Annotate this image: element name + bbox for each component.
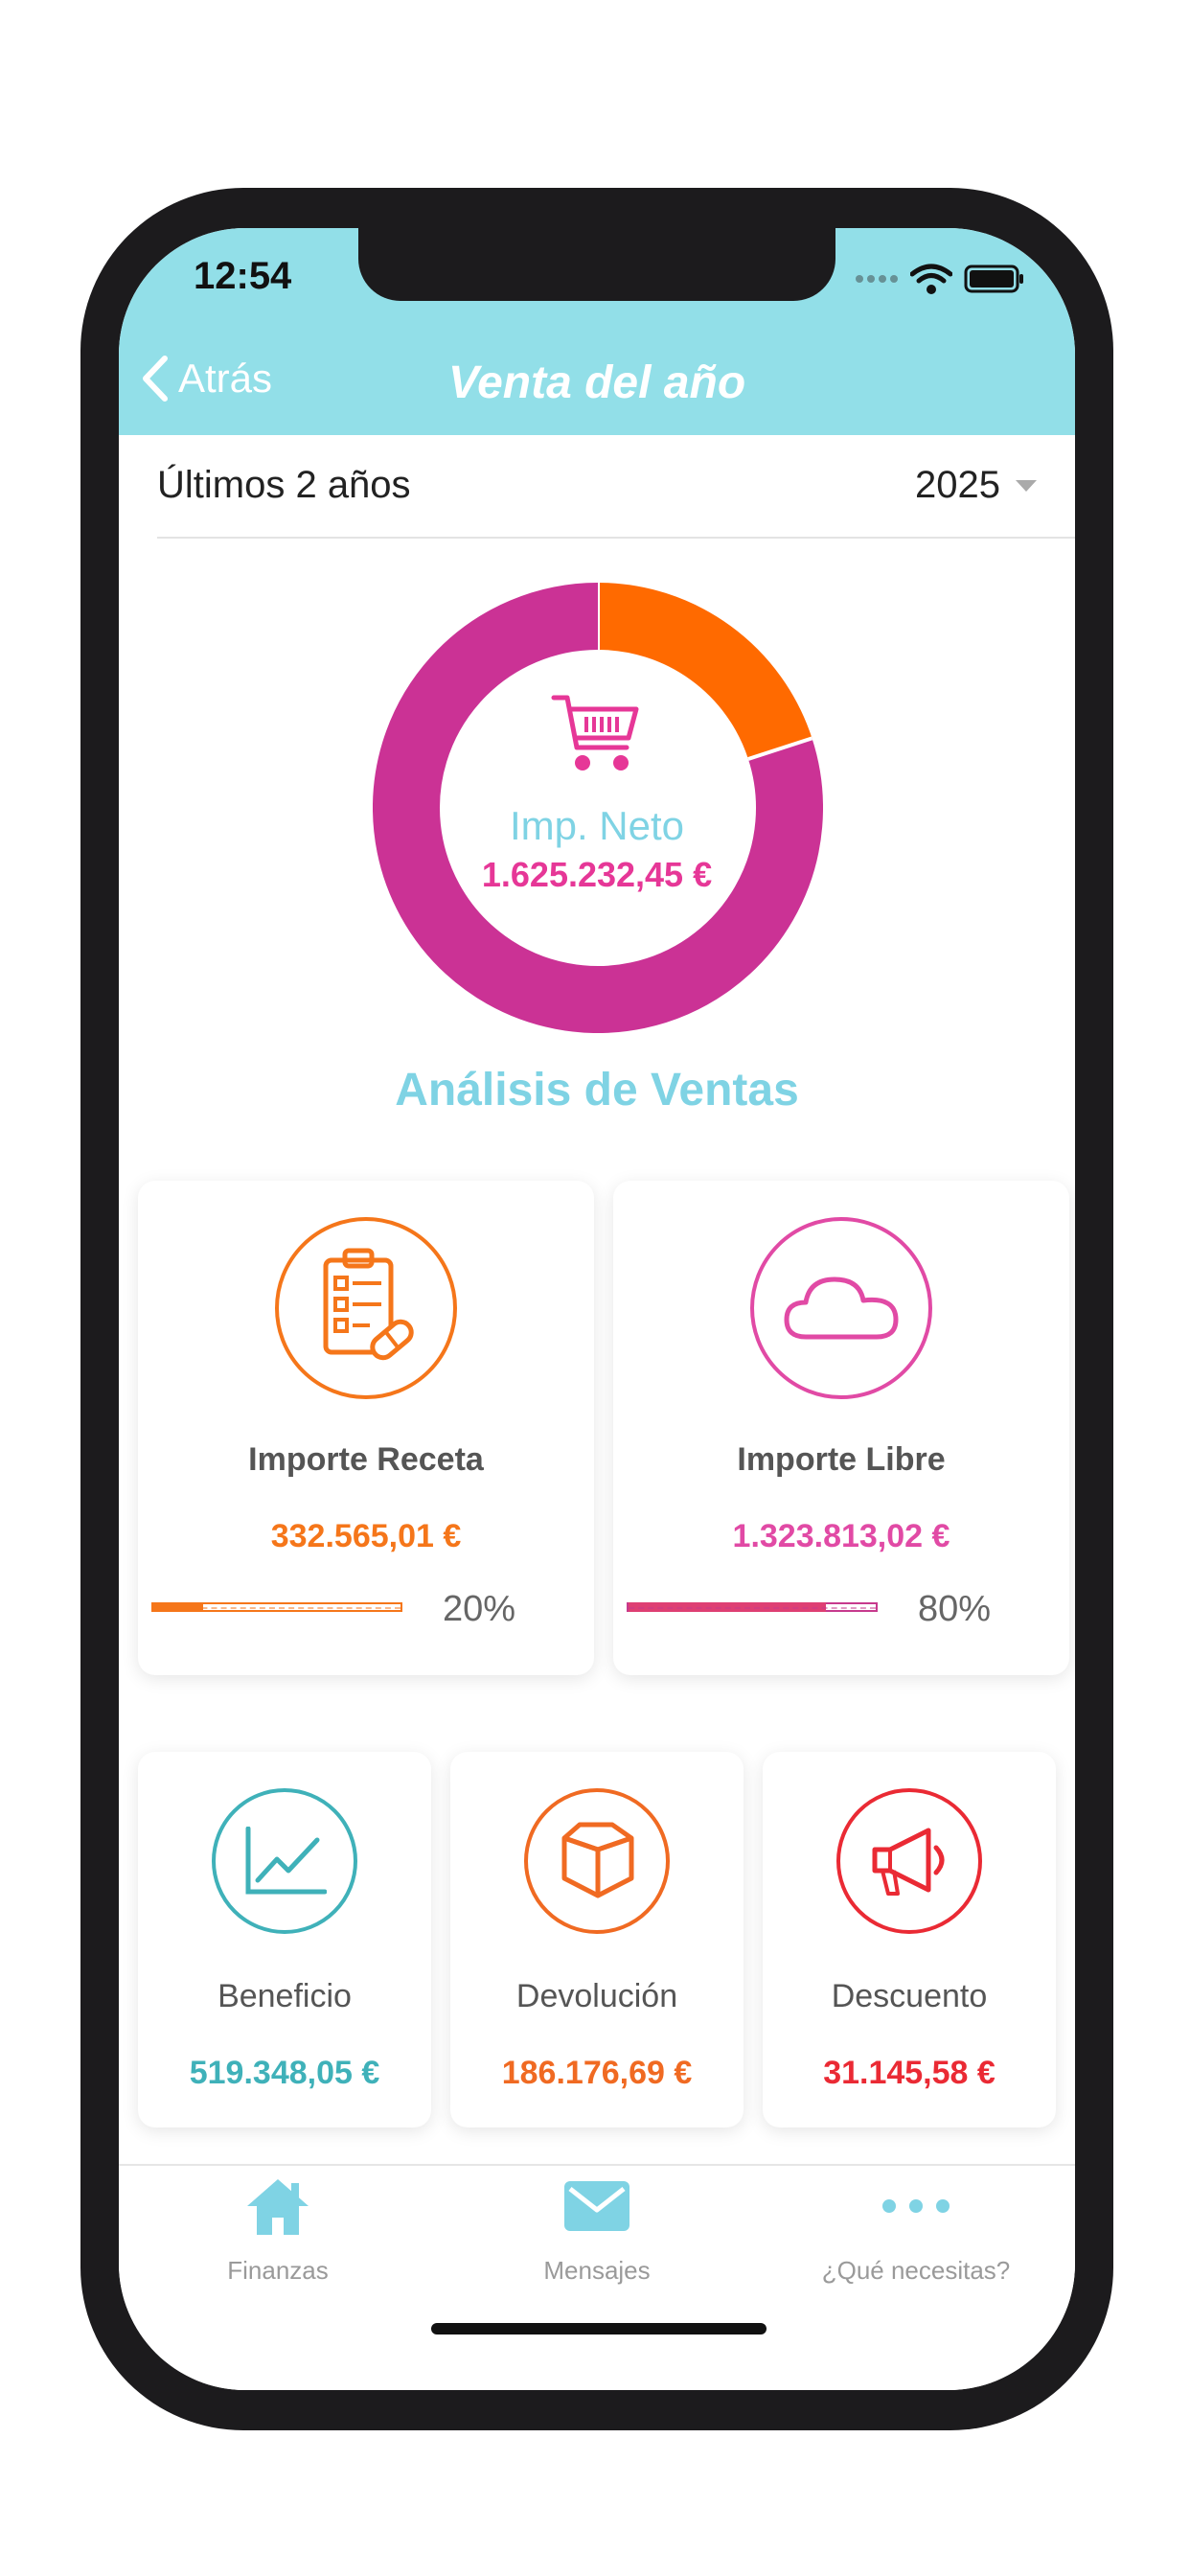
mail-icon [564,2181,629,2231]
net-amount-value: 1.625.232,45 € [481,855,713,894]
phone-frame: 12:54 Atrás Venta del año Últimos 2 años… [80,188,1113,2430]
app-screen: 12:54 Atrás Venta del año Últimos 2 años… [119,228,1075,2390]
card-discount[interactable]: Descuento 31.145,58 € [763,1752,1056,2128]
box-icon [561,1822,634,1898]
period-filter: Últimos 2 años 2025 [157,435,1075,539]
more-dots-icon [882,2199,950,2213]
share-progress-bar [151,1602,402,1612]
discount-icon-circle [836,1788,982,1934]
card-profit[interactable]: Beneficio 519.348,05 € [138,1752,431,2128]
card-returns[interactable]: Devolución 186.176,69 € [450,1752,744,2128]
card-value: 31.145,58 € [823,2055,995,2091]
returns-icon-circle [524,1788,670,1934]
prescription-icon-circle [275,1217,457,1399]
card-label: Descuento [831,1978,988,2014]
card-label: Importe Libre [737,1441,946,1478]
share-percent: 80% [918,1589,992,1629]
progress-track [629,1607,876,1609]
card-label: Importe Receta [248,1441,484,1478]
tab-finanzas[interactable]: Finanzas [119,2166,437,2300]
line-chart-icon [245,1827,327,1895]
card-value: 332.565,01 € [270,1518,462,1554]
megaphone-icon [872,1828,945,1896]
card-value: 519.348,05 € [189,2055,380,2091]
tab-label: ¿Qué necesitas? [821,2256,1011,2285]
profit-icon-circle [212,1788,357,1934]
card-prescription-amount[interactable]: Importe Receta 332.565,01 € 20% [138,1181,594,1675]
tab-label: Finanzas [227,2256,329,2285]
card-free-amount[interactable]: Importe Libre 1.323.813,02 € 80% [613,1181,1069,1675]
year-select[interactable]: 2025 [915,464,1037,507]
device-notch [358,228,835,301]
year-value: 2025 [915,464,1000,506]
section-title: Análisis de Ventas [395,1065,799,1116]
card-value: 1.323.813,02 € [732,1518,950,1554]
card-label: Devolución [515,1978,678,2014]
net-amount-label: Imp. Neto [509,803,685,848]
page-title: Venta del año [447,357,746,408]
card-label: Beneficio [217,1978,352,2014]
home-icon [247,2179,309,2235]
signal-dots-icon [856,275,898,283]
progress-track [153,1607,400,1609]
cloud-icon-circle [750,1217,932,1399]
battery-icon [964,264,1023,293]
tab-mensajes[interactable]: Mensajes [438,2166,756,2300]
card-value: 186.176,69 € [501,2055,693,2091]
share-progress-bar [627,1602,878,1612]
status-icons [855,263,1025,295]
tab-bar: Finanzas Mensajes ¿Qué necesitas? [119,2164,1075,2390]
wifi-icon [910,264,952,294]
status-time: 12:54 [194,255,292,297]
prescription-clipboard-icon [323,1248,414,1361]
caret-down-icon [1016,479,1037,492]
tab-label: Mensajes [543,2256,651,2285]
cloud-icon [784,1276,899,1340]
range-label: Últimos 2 años [157,464,411,506]
share-percent: 20% [443,1589,516,1629]
shopping-cart-icon [551,695,639,770]
home-indicator [431,2323,767,2334]
tab-que-necesitas[interactable]: ¿Qué necesitas? [757,2166,1075,2300]
